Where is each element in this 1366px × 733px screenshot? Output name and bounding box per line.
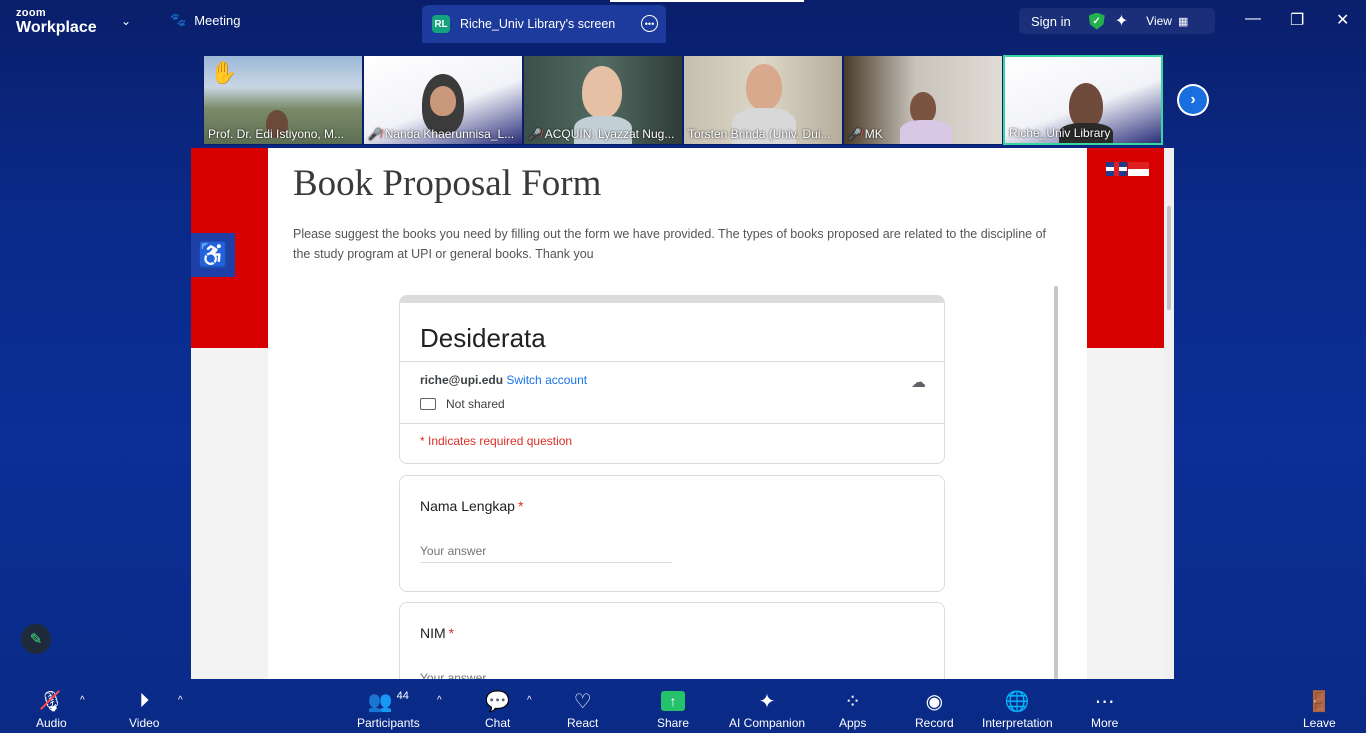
participant-tile[interactable]: 🎤̸ MK — [843, 55, 1003, 145]
answer-input[interactable]: Your answer — [420, 544, 672, 563]
apps-button[interactable]: ⁘ Apps — [839, 687, 866, 731]
muted-mic-icon: 🎙 — [38, 689, 65, 713]
audio-options-caret[interactable]: ^ — [80, 695, 85, 706]
participant-tile[interactable]: ✋ Prof. Dr. Edi Istiyono, M... — [203, 55, 363, 145]
record-icon: ◉ — [925, 690, 944, 713]
minimize-icon[interactable]: — — [1245, 10, 1261, 28]
record-button[interactable]: ◉ Record — [915, 687, 954, 731]
switch-account-link[interactable]: Switch account — [506, 373, 587, 387]
more-options-icon[interactable]: ••• — [641, 15, 658, 32]
zoom-logo: zoom Workplace — [16, 7, 97, 36]
more-button[interactable]: ⋯ More — [1091, 687, 1118, 731]
annotate-pen-icon[interactable]: ✎ — [21, 624, 51, 654]
participants-button[interactable]: 👥 44 Participants — [357, 687, 420, 730]
next-participants-button[interactable]: › — [1177, 84, 1209, 116]
participant-tile[interactable]: 🎤̸ ACQUIN, Lyazzat Nug... — [523, 55, 683, 145]
video-button[interactable]: ⏵ Video — [129, 687, 159, 731]
more-dots-icon: ⋯ — [1094, 690, 1115, 713]
share-button[interactable]: ↑ Share — [657, 687, 689, 730]
mail-icon — [420, 398, 436, 410]
cloud-saved-icon: ☁ — [911, 374, 926, 391]
divider — [400, 423, 944, 424]
language-switcher — [1106, 162, 1149, 176]
account-group: Sign in ✓ ✦ View ▦ — [1019, 8, 1215, 34]
page-content: Book Proposal Form Please suggest the bo… — [268, 148, 1087, 679]
form-header-card: Desiderata riche@upi.edu Switch account … — [399, 295, 945, 464]
chat-options-caret[interactable]: ^ — [527, 695, 532, 706]
page-description: Please suggest the books you need by fil… — [293, 227, 1047, 261]
divider — [400, 361, 944, 362]
raised-hand-icon: ✋ — [210, 60, 238, 85]
muted-mic-icon: 🎤̸ — [848, 128, 862, 141]
leave-button[interactable]: 🚪 Leave — [1303, 687, 1336, 731]
sharing-status: Not shared — [420, 397, 505, 411]
shared-screen-tab[interactable]: RL Riche_Univ Library's screen ••• — [422, 5, 666, 43]
tab-indicator — [610, 0, 804, 2]
ai-companion-button[interactable]: ✦ AI Companion — [729, 687, 805, 731]
chat-button[interactable]: 💬 Chat — [485, 687, 511, 731]
page-scrollbar[interactable] — [1164, 148, 1174, 679]
page-side-banner — [1087, 148, 1164, 348]
sign-in-button[interactable]: Sign in — [1031, 14, 1071, 29]
video-camera-icon: ⏵ — [139, 689, 150, 712]
meeting-toolbar: 🎙 Audio ^ ⏵ Video ^ 👥 44 Participants ^ … — [0, 679, 1366, 733]
heart-icon: ♡ — [573, 690, 592, 713]
view-button[interactable]: View — [1146, 14, 1172, 28]
close-icon[interactable]: ✕ — [1336, 10, 1349, 30]
participant-video — [582, 66, 622, 118]
restore-icon[interactable]: ❐ — [1290, 10, 1304, 30]
shared-screen: ♿ Book Proposal Form Please suggest the … — [191, 148, 1174, 679]
muted-mic-icon: 🎤̸ — [368, 128, 382, 141]
question-label: NIM * — [420, 625, 455, 641]
form-title: Desiderata — [420, 323, 546, 353]
globe-icon: 🌐 — [1004, 690, 1030, 713]
participant-strip: ✋ Prof. Dr. Edi Istiyono, M... 🎤̸ Nanda K… — [203, 55, 1163, 145]
question-card: NIM * Your answer — [399, 602, 945, 679]
muted-mic-icon: 🎤̸ — [528, 128, 542, 141]
question-label: Nama Lengkap * — [420, 498, 524, 514]
participant-tile[interactable]: Torsten Brinda (Univ. Dui... — [683, 55, 843, 145]
grid-icon: ▦ — [1177, 15, 1189, 28]
top-bar: zoom Workplace ⌄ 🐾 Meeting RL Riche_Univ… — [0, 0, 1366, 44]
audio-button[interactable]: 🎙 Audio — [36, 687, 67, 730]
chat-icon: 💬 — [485, 690, 511, 713]
chevron-down-icon[interactable]: ⌄ — [121, 14, 131, 28]
participant-video — [746, 64, 782, 110]
question-card: Nama Lengkap * Your answer — [399, 475, 945, 592]
chevron-right-icon: › — [1179, 86, 1207, 114]
react-button[interactable]: ♡ React — [567, 687, 598, 731]
share-arrow-icon: ↑ — [661, 691, 686, 711]
participants-options-caret[interactable]: ^ — [437, 695, 442, 706]
meeting-tab[interactable]: 🐾 Meeting — [170, 12, 240, 28]
leave-door-icon: 🚪 — [1306, 690, 1332, 713]
page-title: Book Proposal Form — [293, 163, 602, 204]
accessibility-icon[interactable]: ♿ — [191, 233, 235, 277]
ai-sparkle-icon[interactable]: ✦ — [1115, 11, 1128, 31]
paw-icon: 🐾 — [170, 12, 187, 27]
video-options-caret[interactable]: ^ — [178, 695, 183, 706]
apps-icon: ⁘ — [844, 690, 862, 713]
avatar: RL — [432, 15, 450, 33]
participant-tile[interactable]: 🎤̸ Nanda Khaerunnisa_L... — [363, 55, 523, 145]
required-note: * Indicates required question — [420, 434, 573, 448]
form-scrollbar[interactable] — [1054, 286, 1058, 679]
account-line: riche@upi.edu Switch account — [420, 373, 588, 387]
participant-tile-active[interactable]: Riche_Univ Library — [1003, 55, 1163, 145]
uk-flag-icon[interactable] — [1106, 162, 1127, 176]
interpretation-button[interactable]: 🌐 Interpretation — [982, 687, 1053, 731]
participants-icon: 👥 44 — [367, 690, 409, 713]
ai-sparkle-icon: ✦ — [758, 690, 776, 713]
answer-input[interactable]: Your answer — [420, 671, 672, 679]
indonesia-flag-icon[interactable] — [1128, 162, 1149, 176]
security-shield-icon[interactable]: ✓ — [1088, 12, 1105, 30]
